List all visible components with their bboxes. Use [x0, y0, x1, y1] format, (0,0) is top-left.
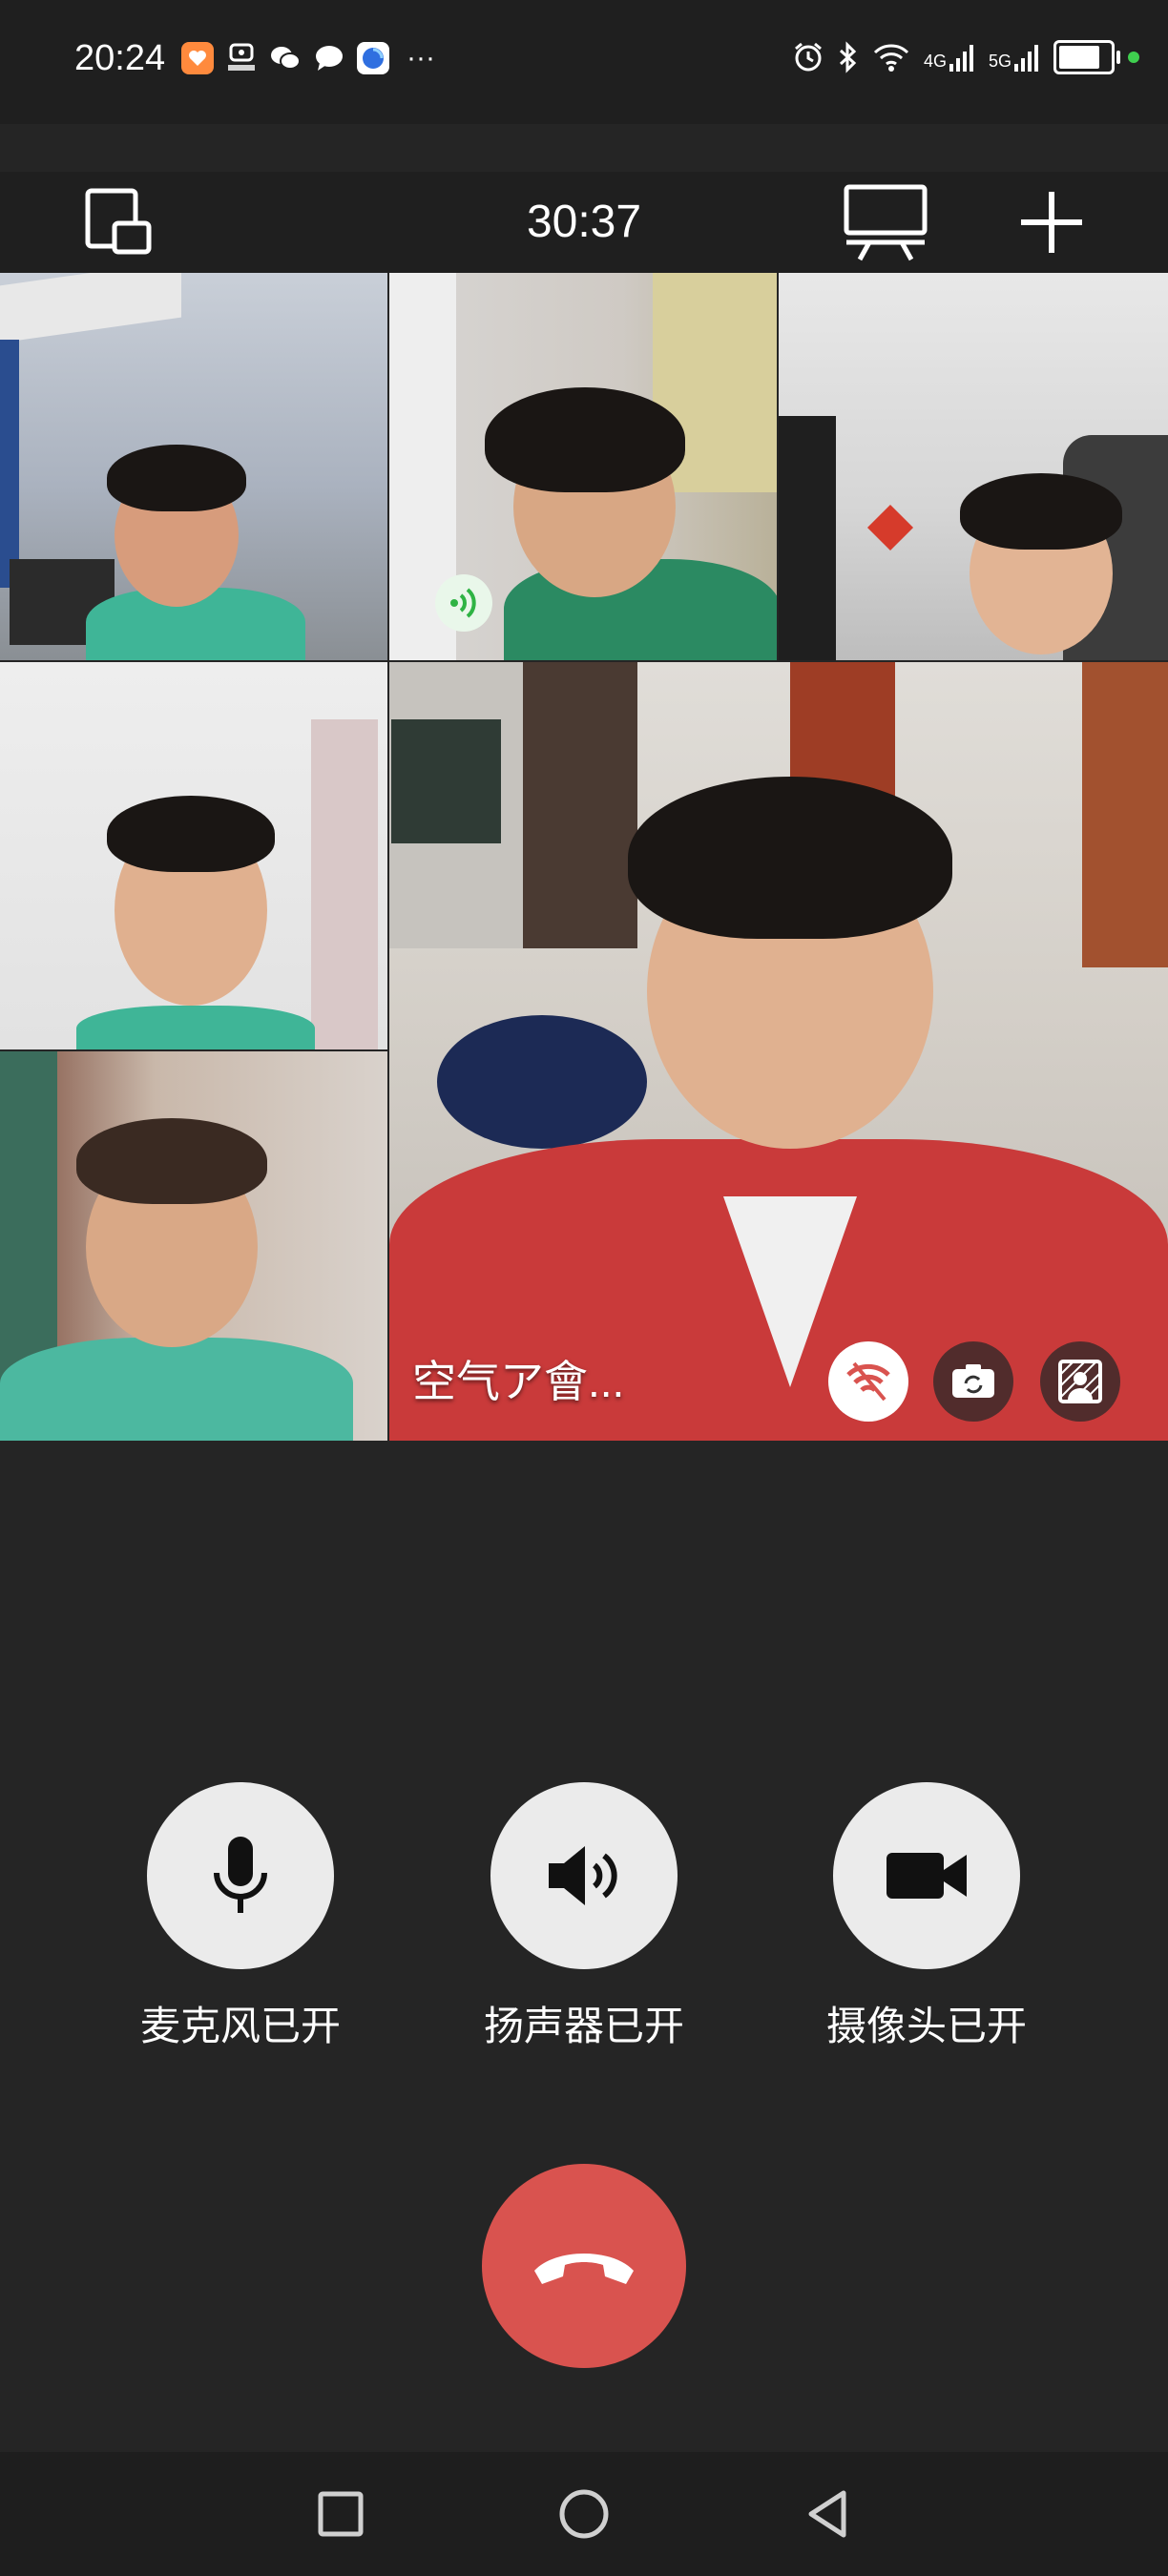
taobao-live-icon — [225, 42, 258, 74]
participant-video-2[interactable] — [389, 273, 777, 660]
status-time: 20:24 — [74, 38, 166, 78]
microphone-icon — [214, 1837, 267, 1913]
background-blur-button[interactable] — [1040, 1341, 1120, 1422]
network-type-label: 4G — [923, 52, 947, 71]
recent-apps-icon — [318, 2491, 364, 2537]
system-icons: 4G 5G — [792, 40, 1139, 74]
message-icon — [313, 42, 345, 74]
background-blur-icon — [1058, 1360, 1102, 1403]
flip-camera-icon — [952, 1364, 994, 1398]
speaking-indicator — [435, 574, 492, 632]
microphone-control[interactable]: 麦克风已开 — [140, 1782, 341, 2052]
speaking-icon — [450, 588, 476, 618]
battery-icon — [1053, 40, 1120, 74]
screen-share-button[interactable] — [840, 172, 931, 273]
back-button[interactable] — [794, 2481, 861, 2547]
add-participant-button[interactable] — [1015, 172, 1088, 273]
home-icon — [559, 2489, 609, 2539]
browser-icon — [357, 42, 389, 74]
self-video[interactable]: 空气ア會... — [389, 662, 1168, 1441]
weak-network-icon — [846, 1361, 890, 1402]
home-button[interactable] — [551, 2481, 617, 2547]
microphone-label: 麦克风已开 — [140, 2004, 342, 2048]
taobao-app-icon — [181, 42, 214, 74]
speaker-button[interactable] — [490, 1782, 678, 1969]
speaker-label: 扬声器已开 — [484, 2004, 685, 2048]
flip-camera-button[interactable] — [933, 1341, 1013, 1422]
participant-video-5[interactable] — [0, 1051, 387, 1441]
camera-button[interactable] — [833, 1782, 1020, 1969]
video-camera-icon — [886, 1853, 967, 1899]
wechat-icon — [269, 42, 302, 74]
status-bar: 20:24 ··· 4G 5G — [0, 0, 1168, 124]
participant-video-3[interactable] — [779, 273, 1168, 660]
more-notifications-icon: ··· — [407, 42, 435, 73]
weak-network-button[interactable] — [828, 1341, 908, 1422]
call-duration: 30:37 — [526, 197, 642, 247]
signal-4g-icon: 4G — [924, 43, 975, 72]
signal-5g-icon: 5G — [989, 43, 1040, 72]
back-icon — [808, 2490, 846, 2538]
screen-share-icon — [844, 184, 928, 261]
system-nav-bar — [0, 2452, 1168, 2576]
camera-label: 摄像头已开 — [826, 2004, 1028, 2048]
add-participant-icon — [1021, 192, 1082, 253]
alarm-icon — [795, 42, 822, 72]
participant-video-4[interactable] — [0, 662, 387, 1049]
bluetooth-icon — [839, 41, 857, 73]
privacy-indicator-dot — [1128, 52, 1139, 63]
notification-icons: ··· — [181, 42, 435, 74]
speaker-icon — [549, 1846, 617, 1905]
battery-level — [1059, 46, 1099, 69]
network-type-label-2: 5G — [988, 52, 1012, 71]
wifi-icon — [873, 44, 909, 72]
microphone-button[interactable] — [147, 1782, 334, 1969]
hang-up-button[interactable] — [482, 2164, 686, 2368]
camera-control[interactable]: 摄像头已开 — [826, 1782, 1027, 2052]
hang-up-icon — [534, 2254, 634, 2284]
recent-apps-button[interactable] — [307, 2481, 374, 2547]
speaker-control[interactable]: 扬声器已开 — [484, 1782, 684, 2052]
video-grid: 空气ア會... — [0, 273, 1168, 1441]
call-toolbar: 30:37 — [0, 172, 1168, 273]
self-name-label: 空气ア會... — [412, 1357, 625, 1406]
participant-video-1[interactable] — [0, 273, 387, 660]
